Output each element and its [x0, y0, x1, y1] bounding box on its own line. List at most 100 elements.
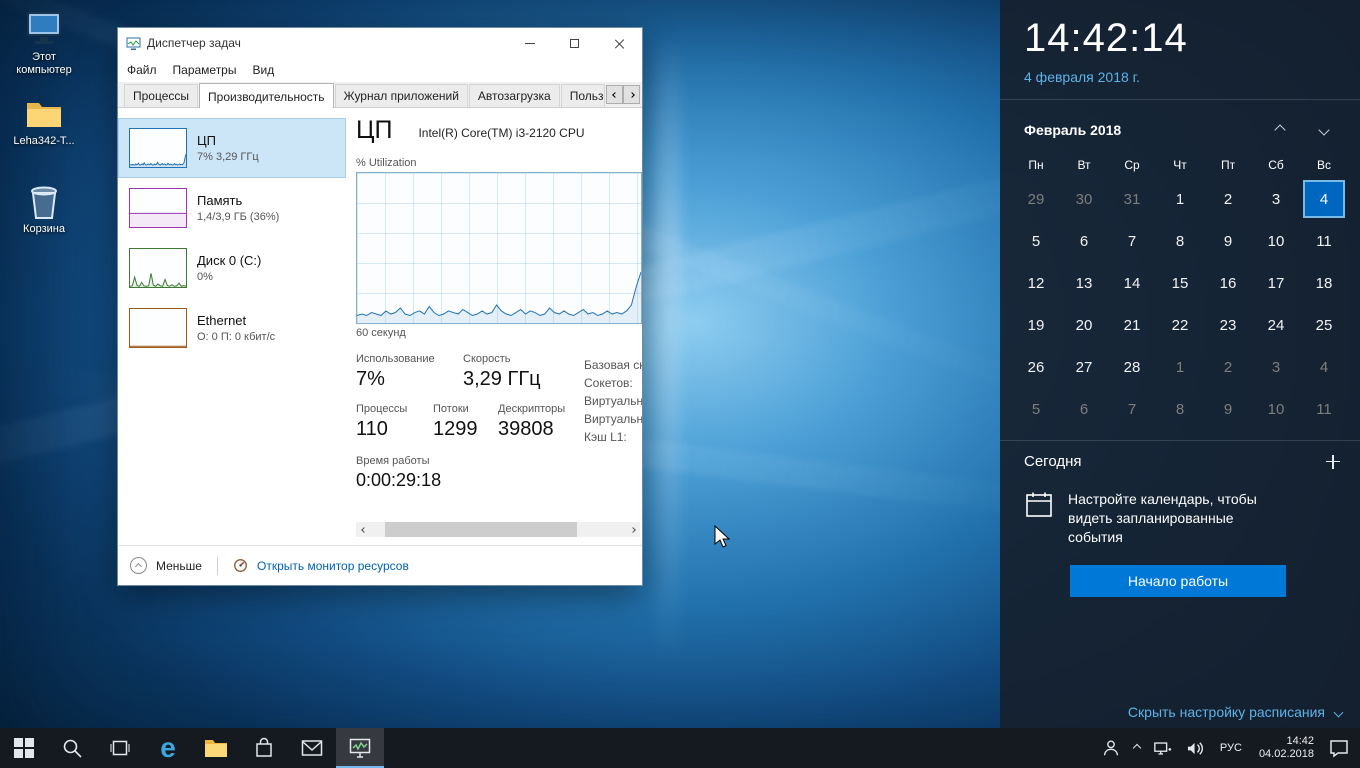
scrollbar-thumb[interactable]	[385, 522, 577, 537]
calendar-day[interactable]: 7	[1108, 220, 1156, 262]
get-started-button[interactable]: Начало работы	[1070, 565, 1286, 597]
volume-button[interactable]	[1183, 740, 1208, 757]
network-button[interactable]	[1150, 740, 1176, 757]
sidebar-item-disk[interactable]: Диск 0 (C:) 0%	[118, 238, 346, 298]
search-button[interactable]	[48, 728, 96, 768]
edge-button[interactable]: e	[144, 728, 192, 768]
minimize-button[interactable]	[507, 29, 552, 58]
calendar-day[interactable]: 16	[1204, 262, 1252, 304]
tab-performance[interactable]: Производительность	[199, 83, 334, 108]
tab-processes[interactable]: Процессы	[124, 84, 199, 107]
calendar-day[interactable]: 12	[1012, 262, 1060, 304]
desktop-icon-recycle-bin[interactable]: Корзина	[6, 182, 82, 236]
store-button[interactable]	[240, 728, 288, 768]
file-explorer-button[interactable]	[192, 728, 240, 768]
calendar-day[interactable]: 19	[1012, 304, 1060, 346]
close-button[interactable]	[597, 29, 642, 58]
calendar-next-month-button[interactable]	[1302, 116, 1346, 144]
calendar-day[interactable]: 24	[1252, 304, 1300, 346]
calendar-day[interactable]: 10	[1252, 220, 1300, 262]
menu-file[interactable]: Файл	[127, 63, 157, 77]
calendar-day[interactable]: 14	[1108, 262, 1156, 304]
maximize-button[interactable]	[552, 29, 597, 58]
scroll-right-button[interactable]	[625, 522, 640, 537]
titlebar[interactable]: Диспетчер задач	[118, 28, 642, 58]
tab-startup[interactable]: Автозагрузка	[468, 84, 560, 107]
windows-logo-icon	[14, 738, 34, 758]
calendar-prev-month-button[interactable]	[1258, 116, 1302, 144]
scrollbar-track[interactable]	[371, 522, 625, 537]
start-button[interactable]	[0, 728, 48, 768]
calendar-day[interactable]: 15	[1156, 262, 1204, 304]
calendar-month-label[interactable]: Февраль 2018	[1024, 122, 1258, 138]
task-manager-taskbar-button[interactable]	[336, 728, 384, 768]
menu-options[interactable]: Параметры	[173, 63, 237, 77]
scroll-left-button[interactable]	[356, 522, 371, 537]
calendar-day[interactable]: 3	[1252, 178, 1300, 220]
calendar-day[interactable]: 18	[1300, 262, 1348, 304]
calendar-day[interactable]: 2	[1204, 346, 1252, 388]
tab-app-history[interactable]: Журнал приложений	[334, 84, 468, 107]
action-center-button[interactable]	[1326, 738, 1352, 758]
calendar-day[interactable]: 26	[1012, 346, 1060, 388]
calendar-day[interactable]: 7	[1108, 388, 1156, 430]
calendar-day[interactable]: 1	[1156, 346, 1204, 388]
show-hidden-icons-button[interactable]	[1131, 743, 1143, 753]
speaker-icon	[1187, 741, 1203, 755]
calendar-day[interactable]: 4	[1300, 346, 1348, 388]
horizontal-scrollbar[interactable]	[356, 522, 640, 537]
calendar-day[interactable]: 6	[1060, 388, 1108, 430]
open-resource-monitor-link[interactable]: Открыть монитор ресурсов	[257, 559, 409, 573]
sidebar-item-cpu[interactable]: ЦП 7% 3,29 ГГц	[118, 118, 346, 178]
action-center-icon	[1330, 740, 1348, 758]
calendar-day[interactable]: 8	[1156, 388, 1204, 430]
stat-handles: Дескрипторы 39808	[498, 403, 566, 440]
hide-agenda-link[interactable]: Скрыть настройку расписания	[1128, 704, 1344, 720]
people-button[interactable]	[1098, 738, 1124, 758]
calendar-day[interactable]: 29	[1012, 178, 1060, 220]
calendar-day[interactable]: 5	[1012, 388, 1060, 430]
calendar-day[interactable]: 9	[1204, 388, 1252, 430]
calendar-day[interactable]: 5	[1012, 220, 1060, 262]
clock-date[interactable]: 4 февраля 2018 г.	[1000, 61, 1360, 99]
calendar-day[interactable]: 11	[1300, 220, 1348, 262]
calendar-day[interactable]: 11	[1300, 388, 1348, 430]
tab-scroll-right-button[interactable]	[623, 85, 640, 104]
fewer-details-button[interactable]: Меньше	[156, 559, 202, 573]
calendar-day[interactable]: 20	[1060, 304, 1108, 346]
calendar-day[interactable]: 27	[1060, 346, 1108, 388]
calendar-day[interactable]: 22	[1156, 304, 1204, 346]
clock-tray[interactable]: 14:42 04.02.2018	[1254, 735, 1319, 761]
calendar-day[interactable]: 17	[1252, 262, 1300, 304]
stat-threads: Потоки 1299	[433, 403, 478, 440]
desktop-icon-folder[interactable]: Leha342-T...	[6, 96, 82, 148]
calendar-day[interactable]: 10	[1252, 388, 1300, 430]
sidebar-item-memory[interactable]: Память 1,4/3,9 ГБ (36%)	[118, 178, 346, 238]
calendar-day[interactable]: 3	[1252, 346, 1300, 388]
cpu-spec-labels: Базовая ск Сокетов: Виртуальн Виртуальн …	[584, 358, 642, 444]
calendar-day[interactable]: 6	[1060, 220, 1108, 262]
tab-users[interactable]: Пользователи	[560, 84, 605, 107]
calendar-day[interactable]: 9	[1204, 220, 1252, 262]
calendar-day[interactable]: 25	[1300, 304, 1348, 346]
calendar-day[interactable]: 28	[1108, 346, 1156, 388]
calendar-day[interactable]: 30	[1060, 178, 1108, 220]
calendar-day[interactable]: 23	[1204, 304, 1252, 346]
calendar-day[interactable]: 13	[1060, 262, 1108, 304]
mail-button[interactable]	[288, 728, 336, 768]
calendar-day[interactable]: 21	[1108, 304, 1156, 346]
calendar-day[interactable]: 2	[1204, 178, 1252, 220]
task-view-button[interactable]	[96, 728, 144, 768]
add-event-button[interactable]	[1326, 454, 1340, 469]
language-indicator[interactable]: РУС	[1215, 742, 1247, 754]
desktop-icon-this-pc[interactable]: Этот компьютер	[6, 10, 82, 77]
calendar-day[interactable]: 8	[1156, 220, 1204, 262]
menu-view[interactable]: Вид	[252, 63, 274, 77]
tab-scroll-left-button[interactable]	[606, 85, 623, 104]
mouse-cursor	[714, 525, 731, 548]
collapse-icon	[130, 557, 147, 574]
calendar-day[interactable]: 1	[1156, 178, 1204, 220]
sidebar-item-ethernet[interactable]: Ethernet О: 0 П: 0 кбит/с	[118, 298, 346, 358]
calendar-day-today[interactable]: 4	[1303, 180, 1345, 218]
calendar-day[interactable]: 31	[1108, 178, 1156, 220]
